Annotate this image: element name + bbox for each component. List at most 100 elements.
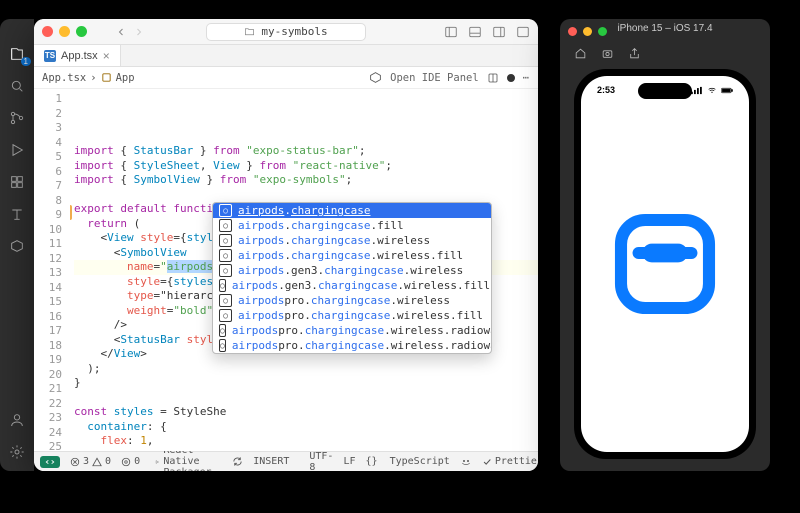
status-encoding[interactable]: UTF-8 xyxy=(309,451,333,472)
activity-settings[interactable] xyxy=(8,443,26,461)
breakpoint-marker[interactable] xyxy=(70,205,72,220)
constant-icon: ○ xyxy=(219,309,232,322)
sim-title: iPhone 15 – iOS 17.4 xyxy=(560,23,770,34)
screenshot-icon[interactable] xyxy=(601,47,614,60)
status-eol[interactable]: LF xyxy=(343,456,355,467)
minimize-button[interactable] xyxy=(59,26,70,37)
activity-text-tool[interactable] xyxy=(8,205,26,223)
status-ports[interactable]: 0 xyxy=(121,456,140,467)
status-sync[interactable] xyxy=(232,456,243,467)
autocomplete-item[interactable]: ○ airpodspro.chargingcase.wireless xyxy=(213,293,491,308)
project-title: my-symbols xyxy=(261,25,327,38)
autocomplete-item[interactable]: ○ airpodspro.chargingcase.wireless.fill xyxy=(213,308,491,323)
home-icon[interactable] xyxy=(574,47,587,60)
autocomplete-item[interactable]: ○ airpodspro.chargingcase.wireless.radio… xyxy=(213,323,491,338)
status-copilot[interactable] xyxy=(460,456,472,468)
autocomplete-item[interactable]: ○ airpods.gen3.chargingcase.wireless.fil… xyxy=(213,278,491,293)
code-line[interactable]: backgroundColor: "#fff", xyxy=(74,449,538,452)
panel-toggle-icon[interactable] xyxy=(487,72,499,84)
autocomplete-item[interactable]: ○ airpods.chargingcase xyxy=(213,203,491,218)
autocomplete-label: airpods.chargingcase xyxy=(238,204,370,217)
autocomplete-label: airpods.chargingcase.wireless xyxy=(238,234,430,247)
autocomplete-label: airpods.gen3.chargingcase.wireless xyxy=(238,264,463,277)
iphone-screen[interactable]: 2:53 xyxy=(581,76,749,452)
activity-scm[interactable] xyxy=(8,109,26,127)
dynamic-island xyxy=(638,83,692,99)
ide-window: my-symbols TS App.tsx × App.tsx › App Op… xyxy=(34,19,538,471)
command-center[interactable]: my-symbols xyxy=(206,23,366,41)
ide-titlebar: my-symbols xyxy=(34,19,538,45)
iphone-frame: 2:53 xyxy=(574,69,756,459)
autocomplete-item[interactable]: ○ airpods.chargingcase.wireless xyxy=(213,233,491,248)
close-button[interactable] xyxy=(42,26,53,37)
code-line[interactable]: import { StatusBar } from "expo-status-b… xyxy=(74,144,538,159)
code-line[interactable]: import { StyleSheet, View } from "react-… xyxy=(74,159,538,174)
activity-extensions[interactable] xyxy=(8,173,26,191)
constant-icon: ○ xyxy=(219,324,226,337)
autocomplete-label: airpodspro.chargingcase.wireless.radiowa… xyxy=(232,339,492,352)
layout-secondary-icon[interactable] xyxy=(492,25,506,39)
tab-label: App.tsx xyxy=(61,50,98,62)
sim-titlebar: iPhone 15 – iOS 17.4 xyxy=(560,19,770,43)
autocomplete-item[interactable]: ○ airpods.chargingcase.wireless.fill xyxy=(213,248,491,263)
status-lang[interactable]: {} TypeScript xyxy=(366,456,450,467)
constant-icon: ○ xyxy=(219,234,232,247)
nav-back-icon[interactable] xyxy=(115,26,127,38)
tab-close-icon[interactable]: × xyxy=(103,49,110,63)
breadcrumb-bar: App.tsx › App Open IDE Panel ⋯ xyxy=(34,67,538,89)
layout-primary-icon[interactable] xyxy=(444,25,458,39)
airpods-chargingcase-icon xyxy=(610,209,720,319)
record-icon[interactable] xyxy=(507,74,515,82)
code-line[interactable] xyxy=(74,188,538,203)
autocomplete-label: airpods.chargingcase.wireless.fill xyxy=(238,249,463,262)
code-line[interactable]: import { SymbolView } from "expo-symbols… xyxy=(74,173,538,188)
activity-search[interactable] xyxy=(8,77,26,95)
constant-icon: ○ xyxy=(219,294,232,307)
code-area[interactable]: import { StatusBar } from "expo-status-b… xyxy=(70,89,538,451)
constant-icon: ○ xyxy=(219,264,232,277)
autocomplete-label: airpodspro.chargingcase.wireless xyxy=(238,294,450,307)
typescript-icon: TS xyxy=(44,50,56,62)
window-controls xyxy=(42,26,87,37)
share-icon[interactable] xyxy=(628,47,641,60)
status-problems[interactable]: 3 0 xyxy=(70,456,111,467)
open-ide-panel-button[interactable]: Open IDE Panel xyxy=(390,72,479,84)
gutter: 1234567891011121314151617181920212223242… xyxy=(34,89,70,451)
status-prettier[interactable]: Prettier xyxy=(482,456,538,467)
code-line[interactable]: ); xyxy=(74,362,538,377)
simulator-window: iPhone 15 – iOS 17.4 2:53 xyxy=(560,19,770,471)
code-line[interactable]: } xyxy=(74,376,538,391)
app-content xyxy=(581,76,749,452)
activity-account[interactable] xyxy=(8,411,26,429)
symbol-icon xyxy=(101,72,112,83)
constant-icon: ○ xyxy=(219,249,232,262)
breadcrumb[interactable]: App.tsx › App xyxy=(42,72,135,84)
maximize-button[interactable] xyxy=(76,26,87,37)
nav-fwd-icon[interactable] xyxy=(133,26,145,38)
autocomplete-item[interactable]: ○ airpods.chargingcase.fill xyxy=(213,218,491,233)
folder-icon xyxy=(244,26,255,37)
expo-icon[interactable] xyxy=(369,71,382,84)
code-line[interactable]: container: { xyxy=(74,420,538,435)
autocomplete-label: airpodspro.chargingcase.wireless.radiowa… xyxy=(232,324,492,337)
editor[interactable]: 1234567891011121314151617181920212223242… xyxy=(34,89,538,451)
autocomplete-item[interactable]: ○ airpodspro.chargingcase.wireless.radio… xyxy=(213,338,491,353)
activity-run[interactable] xyxy=(8,141,26,159)
constant-icon: ○ xyxy=(219,279,226,292)
editor-tabs: TS App.tsx × xyxy=(34,45,538,67)
autocomplete-popup[interactable]: ○ airpods.chargingcase ○ airpods.chargin… xyxy=(212,202,492,354)
code-line[interactable]: flex: 1, xyxy=(74,434,538,449)
code-line[interactable]: const styles = StyleShe xyxy=(74,405,538,420)
code-line[interactable] xyxy=(74,391,538,406)
autocomplete-label: airpods.gen3.chargingcase.wireless.fill xyxy=(232,279,490,292)
tab-app-tsx[interactable]: TS App.tsx × xyxy=(34,45,121,66)
layout-customize-icon[interactable] xyxy=(516,25,530,39)
remote-indicator[interactable] xyxy=(40,456,60,468)
activity-live[interactable] xyxy=(8,237,26,255)
autocomplete-item[interactable]: ○ airpods.gen3.chargingcase.wireless xyxy=(213,263,491,278)
layout-bottom-icon[interactable] xyxy=(468,25,482,39)
activity-explorer[interactable] xyxy=(8,45,26,63)
status-bar: 3 0 0 React Native Packager -- INSERT --… xyxy=(34,451,538,471)
more-icon[interactable]: ⋯ xyxy=(523,72,530,84)
autocomplete-label: airpodspro.chargingcase.wireless.fill xyxy=(238,309,483,322)
